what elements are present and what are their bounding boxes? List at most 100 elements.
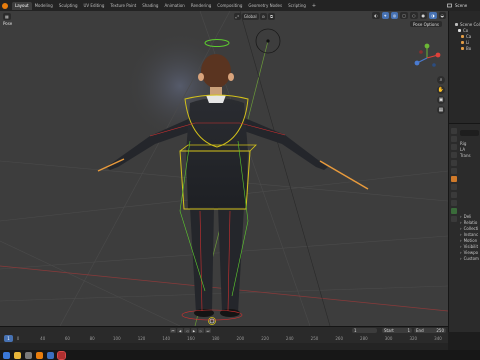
y-axis-icon[interactable] bbox=[424, 43, 430, 49]
section-label: Relatio bbox=[463, 219, 478, 225]
workspace-tab[interactable]: Animation bbox=[161, 2, 187, 10]
scene-tab-icon[interactable] bbox=[450, 160, 457, 166]
bone-tab-icon[interactable] bbox=[450, 216, 457, 222]
section-label: Instanc bbox=[463, 231, 479, 237]
file-explorer-icon[interactable] bbox=[14, 351, 21, 359]
world-tab-icon[interactable] bbox=[450, 168, 457, 174]
camera-view-icon[interactable]: ▣ bbox=[437, 96, 445, 104]
jump-end-icon[interactable]: ⏭ bbox=[205, 328, 211, 333]
right-ear bbox=[228, 73, 234, 81]
overlay-toggle-icon[interactable]: ◎ bbox=[390, 12, 399, 19]
start-frame-field[interactable]: Start 1 bbox=[382, 328, 412, 333]
jump-start-icon[interactable]: ⏮ bbox=[170, 328, 176, 333]
constraint-tab-icon[interactable] bbox=[450, 200, 457, 206]
chevron-right-icon: › bbox=[460, 219, 462, 225]
shading-material-icon[interactable]: ◑ bbox=[429, 12, 437, 19]
perspective-grid-icon[interactable]: ▦ bbox=[437, 106, 445, 114]
z-axis-icon[interactable] bbox=[414, 60, 420, 66]
properties-section-header[interactable]: › Motion bbox=[460, 237, 480, 243]
right-hand-bone bbox=[319, 160, 369, 190]
timeline-tick-label: 200 bbox=[236, 336, 245, 341]
properties-search-input[interactable] bbox=[460, 130, 479, 136]
properties-section-header[interactable]: › Relatio bbox=[460, 219, 480, 225]
scene-selector[interactable]: Scene bbox=[444, 0, 480, 11]
blender-app-icon[interactable] bbox=[36, 351, 43, 359]
mode-selector[interactable]: ▦ bbox=[3, 12, 11, 20]
editor-type-button[interactable]: ▦ bbox=[3, 12, 11, 20]
properties-sections: › Deli › Relatio › Collecti › Instanc › Motion › Vi… bbox=[460, 213, 480, 261]
add-workspace-button[interactable]: + bbox=[312, 3, 316, 9]
outliner-row[interactable]: Bo bbox=[449, 45, 480, 51]
mail-icon[interactable] bbox=[47, 351, 54, 359]
workspace-tab[interactable]: Compositing bbox=[214, 2, 245, 10]
xray-icon[interactable]: ▢ bbox=[400, 12, 408, 19]
root-bone[interactable] bbox=[208, 317, 216, 325]
timeline-track[interactable] bbox=[0, 343, 448, 350]
view-layer-tab-icon[interactable] bbox=[450, 152, 457, 158]
timeline-tick-label: 220 bbox=[261, 336, 269, 341]
prev-keyframe-icon[interactable]: ◀ bbox=[177, 328, 183, 333]
pivot-icon[interactable]: ⊙ bbox=[259, 12, 267, 20]
end-frame-field[interactable]: End 250 bbox=[414, 328, 446, 333]
collection-icon bbox=[458, 28, 461, 32]
start-icon[interactable] bbox=[3, 351, 10, 359]
navigation-gizmo[interactable] bbox=[412, 43, 442, 73]
properties-section-header[interactable]: › Instanc bbox=[460, 231, 480, 237]
properties-section-header[interactable]: › Custom bbox=[460, 255, 480, 261]
workspace-tab[interactable]: Layout bbox=[12, 1, 32, 10]
timeline-tick-label: 300 bbox=[384, 336, 393, 341]
current-frame-field[interactable]: 1 bbox=[352, 328, 377, 333]
armature-icon bbox=[461, 46, 464, 50]
output-tab-icon[interactable] bbox=[450, 144, 457, 150]
workspace-tab[interactable]: UV Editing bbox=[81, 2, 108, 10]
workspace-tab[interactable]: Sculpting bbox=[56, 2, 81, 10]
blender-logo-icon[interactable] bbox=[2, 2, 8, 9]
settings-icon[interactable] bbox=[25, 351, 32, 359]
play-icon[interactable]: ▶ bbox=[191, 328, 197, 333]
shading-rendered-icon[interactable]: ◒ bbox=[438, 12, 446, 19]
timeline-tick-label: 320 bbox=[409, 336, 418, 341]
shading-solid-icon[interactable]: ● bbox=[419, 12, 427, 19]
tool-tab-icon[interactable] bbox=[450, 128, 457, 134]
viewport-scene[interactable] bbox=[0, 11, 448, 326]
gizmo-toggle-icon[interactable]: ⌖ bbox=[381, 12, 389, 19]
snap-icon[interactable]: ⧉ bbox=[268, 12, 275, 20]
physics-tab-icon[interactable] bbox=[450, 192, 457, 198]
timeline-ruler[interactable]: 0 40 60 80 100 120 140 160 180 200 220 240 250 260 280… bbox=[0, 336, 448, 342]
record-icon[interactable] bbox=[57, 350, 66, 360]
next-keyframe-icon[interactable]: ▷ bbox=[198, 328, 204, 333]
shading-wireframe-icon[interactable]: ○ bbox=[410, 12, 418, 19]
playhead[interactable]: 1 bbox=[4, 335, 13, 342]
x-axis-icon[interactable] bbox=[435, 52, 441, 58]
timeline-tick-label: 250 bbox=[310, 336, 319, 341]
transform-orientation-dropdown[interactable]: Global bbox=[241, 12, 259, 20]
outliner-row-label: Bo bbox=[466, 45, 472, 51]
workspace-tab[interactable]: Modeling bbox=[32, 2, 56, 10]
properties-panel[interactable]: Rig LA Trans › Deli › Relatio › Collecti › Inst… bbox=[448, 123, 480, 332]
properties-section-header[interactable]: › Collecti bbox=[460, 225, 480, 231]
outliner-panel[interactable]: Scene Col Co Ca Li Bo bbox=[448, 11, 480, 123]
play-reverse-icon[interactable]: ◁ bbox=[184, 328, 190, 333]
orientation-icon[interactable]: ⤢ bbox=[233, 12, 241, 20]
workspace-tab[interactable]: Texture Paint bbox=[107, 2, 139, 10]
workspace-tab[interactable]: Shading bbox=[139, 2, 161, 10]
visibility-icon[interactable]: ◐ bbox=[372, 12, 380, 19]
workspace-tab[interactable]: Scripting bbox=[285, 2, 309, 10]
camera-line bbox=[239, 11, 331, 326]
hand-pan-icon[interactable]: ✋ bbox=[437, 86, 445, 94]
timeline-tick-label: 340 bbox=[434, 336, 442, 341]
3d-viewport[interactable]: ▦ ⤢ Global ⊙ ⧉ ◐ ⌖ ◎ ▢ ○ ● ◑ ◒ Pose Pose… bbox=[0, 11, 448, 326]
modifier-tab-icon[interactable] bbox=[450, 184, 457, 190]
object-tab-icon[interactable] bbox=[450, 176, 457, 182]
properties-section-header[interactable]: › Visibilit bbox=[460, 243, 480, 249]
workspace-tab[interactable]: Rendering bbox=[188, 2, 214, 10]
data-tab-icon[interactable] bbox=[450, 208, 457, 214]
properties-section-header[interactable]: › Viewpo bbox=[460, 249, 480, 255]
head-hair bbox=[201, 54, 231, 88]
pose-options-dropdown[interactable]: Pose Options bbox=[410, 21, 442, 27]
timeline-editor[interactable]: ⏮ ◀ ◁ ▶ ▷ ⏭ 1 Start 1 End 250 0 40 60 80 100… bbox=[0, 326, 448, 350]
workspace-tab[interactable]: Geometry Nodes bbox=[245, 2, 285, 10]
zoom-icon[interactable]: ⌕ bbox=[437, 76, 445, 84]
section-label: Deli bbox=[463, 213, 472, 219]
render-tab-icon[interactable] bbox=[450, 136, 457, 142]
